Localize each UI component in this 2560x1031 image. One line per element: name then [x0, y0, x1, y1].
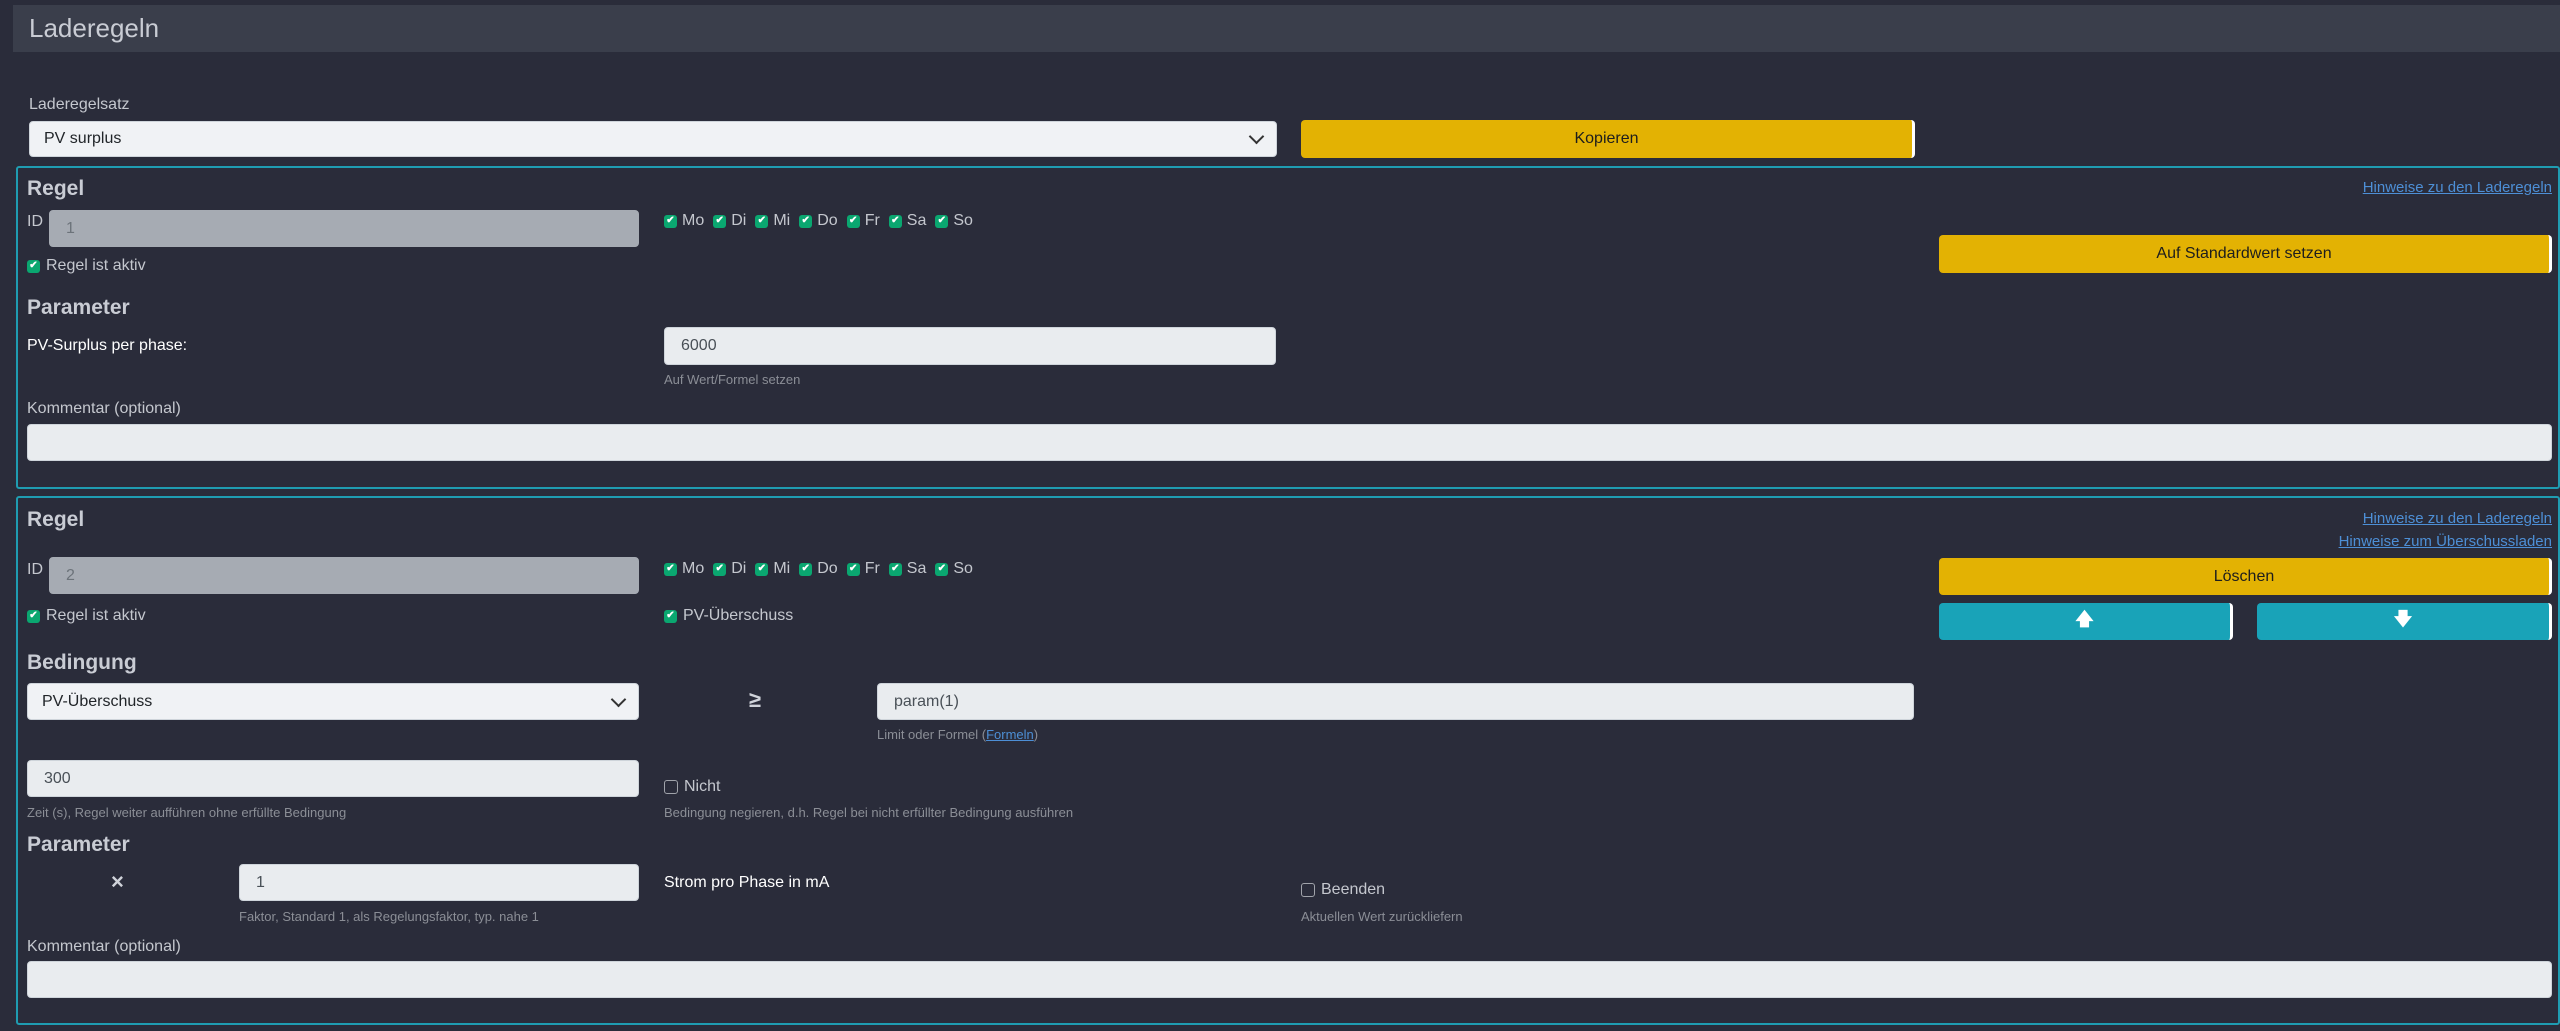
rule1-id-label: ID	[27, 213, 43, 230]
rule2-day-mo[interactable]: ✔ Mo	[664, 560, 704, 578]
rule2-title: Regel	[27, 508, 85, 531]
rule1-day-mi[interactable]: ✔ Mi	[755, 212, 790, 230]
checkbox-checked-icon[interactable]: ✔	[935, 562, 949, 576]
page-title: Laderegeln	[13, 5, 2560, 52]
rule1-active-toggle[interactable]: ✔ Regel ist aktiv	[27, 257, 146, 275]
rule2-comment-label: Kommentar (optional)	[27, 938, 181, 955]
factor-input[interactable]: 1	[239, 864, 639, 901]
checkbox-checked-icon[interactable]: ✔	[755, 562, 769, 576]
checkbox-checked-icon[interactable]: ✔	[799, 214, 813, 228]
checkbox-checked-icon[interactable]: ✔	[27, 609, 40, 623]
rule1-comment-input[interactable]	[27, 424, 2552, 461]
checkbox-checked-icon[interactable]: ✔	[846, 562, 860, 576]
checkbox-checked-icon[interactable]: ✔	[846, 214, 860, 228]
rule1-param-label: PV-Surplus per phase:	[27, 337, 188, 354]
move-down-button[interactable]: 🡇	[2257, 603, 2552, 640]
factor-help: Faktor, Standard 1, als Regelungsfaktor,…	[239, 909, 539, 924]
rule1-day-di[interactable]: ✔ Di	[713, 212, 746, 230]
rule2-day-di[interactable]: ✔ Di	[713, 560, 746, 578]
rule2-weekdays: ✔ Mo ✔ Di ✔ Mi ✔ Do ✔ Fr ✔ Sa ✔ So	[664, 560, 982, 578]
checkbox-checked-icon[interactable]: ✔	[755, 214, 769, 228]
checkbox-checked-icon[interactable]: ✔	[888, 214, 902, 228]
rule1-day-mo[interactable]: ✔ Mo	[664, 212, 704, 230]
chevron-down-icon	[1248, 128, 1265, 145]
delete-button[interactable]: Löschen	[1939, 558, 2552, 595]
condition-select-value: PV-Überschuss	[42, 692, 153, 710]
rule2-id-field: 2	[49, 557, 639, 594]
operator-symbol: ≥	[749, 687, 762, 712]
arrow-down-icon: 🡇	[2393, 608, 2413, 629]
not-help: Bedingung negieren, d.h. Regel bei nicht…	[664, 805, 1074, 820]
ruleset-select[interactable]: PV surplus	[29, 121, 1277, 157]
rule2-pv-surplus-toggle[interactable]: ✔ PV-Überschuss	[664, 607, 793, 625]
ruleset-select-value: PV surplus	[44, 130, 122, 147]
rule1-weekdays: ✔ Mo ✔ Di ✔ Mi ✔ Do ✔ Fr ✔ Sa ✔ So	[664, 212, 982, 230]
rule2-help-link-rules[interactable]: Hinweise zu den Laderegeln	[2363, 510, 2552, 527]
checkbox-checked-icon[interactable]: ✔	[888, 562, 902, 576]
checkbox-checked-icon[interactable]: ✔	[664, 609, 677, 623]
rule1-parameter-title: Parameter	[27, 296, 130, 319]
rule2-day-so[interactable]: ✔ So	[935, 560, 973, 578]
checkbox-checked-icon[interactable]: ✔	[664, 214, 677, 228]
rule1-comment-label: Kommentar (optional)	[27, 400, 181, 417]
ruleset-label: Laderegelsatz	[29, 96, 130, 113]
rule1-param-input[interactable]: 6000	[664, 327, 1276, 365]
current-label: Strom pro Phase in mA	[664, 874, 830, 891]
end-help: Aktuellen Wert zurückliefern	[1301, 909, 1463, 924]
rule1-day-do[interactable]: ✔ Do	[799, 212, 838, 230]
rule2-id-label: ID	[27, 561, 43, 578]
checkbox-checked-icon[interactable]: ✔	[799, 562, 813, 576]
formeln-link[interactable]: Formeln	[986, 727, 1034, 742]
checkbox-unchecked-icon[interactable]	[1301, 883, 1315, 897]
rule2-day-sa[interactable]: ✔ Sa	[888, 560, 926, 578]
condition-select[interactable]: PV-Überschuss	[27, 683, 639, 720]
rule2-help-link-surplus[interactable]: Hinweise zum Überschussladen	[2339, 533, 2552, 550]
rule2-day-fr[interactable]: ✔ Fr	[846, 560, 880, 578]
move-up-button[interactable]: 🡅	[1939, 603, 2233, 640]
set-default-button[interactable]: Auf Standardwert setzen	[1939, 235, 2552, 273]
rule1-param-help: Auf Wert/Formel setzen	[664, 372, 801, 387]
rule2-parameter-title: Parameter	[27, 833, 130, 856]
checkbox-unchecked-icon[interactable]	[664, 780, 678, 794]
arrow-up-icon: 🡅	[2075, 608, 2094, 629]
rule1-day-so[interactable]: ✔ So	[935, 212, 973, 230]
rule1-help-link[interactable]: Hinweise zu den Laderegeln	[2363, 179, 2552, 196]
checkbox-checked-icon[interactable]: ✔	[713, 562, 727, 576]
rule2-active-toggle[interactable]: ✔ Regel ist aktiv	[27, 607, 146, 625]
checkbox-checked-icon[interactable]: ✔	[713, 214, 727, 228]
checkbox-checked-icon[interactable]: ✔	[664, 562, 677, 576]
rule2-comment-input[interactable]	[27, 961, 2552, 998]
rule1-day-fr[interactable]: ✔ Fr	[846, 212, 880, 230]
condition-help: Limit oder Formel (Formeln)	[877, 727, 1039, 742]
time-help: Zeit (s), Regel weiter aufführen ohne er…	[27, 805, 347, 820]
chevron-down-icon	[610, 691, 627, 707]
checkbox-checked-icon[interactable]: ✔	[935, 214, 949, 228]
rule1-day-sa[interactable]: ✔ Sa	[888, 212, 926, 230]
time-input[interactable]: 300	[27, 760, 639, 797]
not-toggle[interactable]: Nicht	[664, 778, 720, 796]
rule2-day-do[interactable]: ✔ Do	[799, 560, 838, 578]
copy-button[interactable]: Kopieren	[1301, 120, 1915, 158]
condition-value-input[interactable]: param(1)	[877, 683, 1914, 720]
rule2-condition-title: Bedingung	[27, 651, 137, 674]
rule1-title: Regel	[27, 177, 85, 200]
end-toggle[interactable]: Beenden	[1301, 881, 1385, 899]
checkbox-checked-icon[interactable]: ✔	[27, 259, 40, 273]
multiply-icon: ×	[111, 869, 124, 894]
rule2-day-mi[interactable]: ✔ Mi	[755, 560, 790, 578]
rule1-id-field: 1	[49, 210, 639, 247]
